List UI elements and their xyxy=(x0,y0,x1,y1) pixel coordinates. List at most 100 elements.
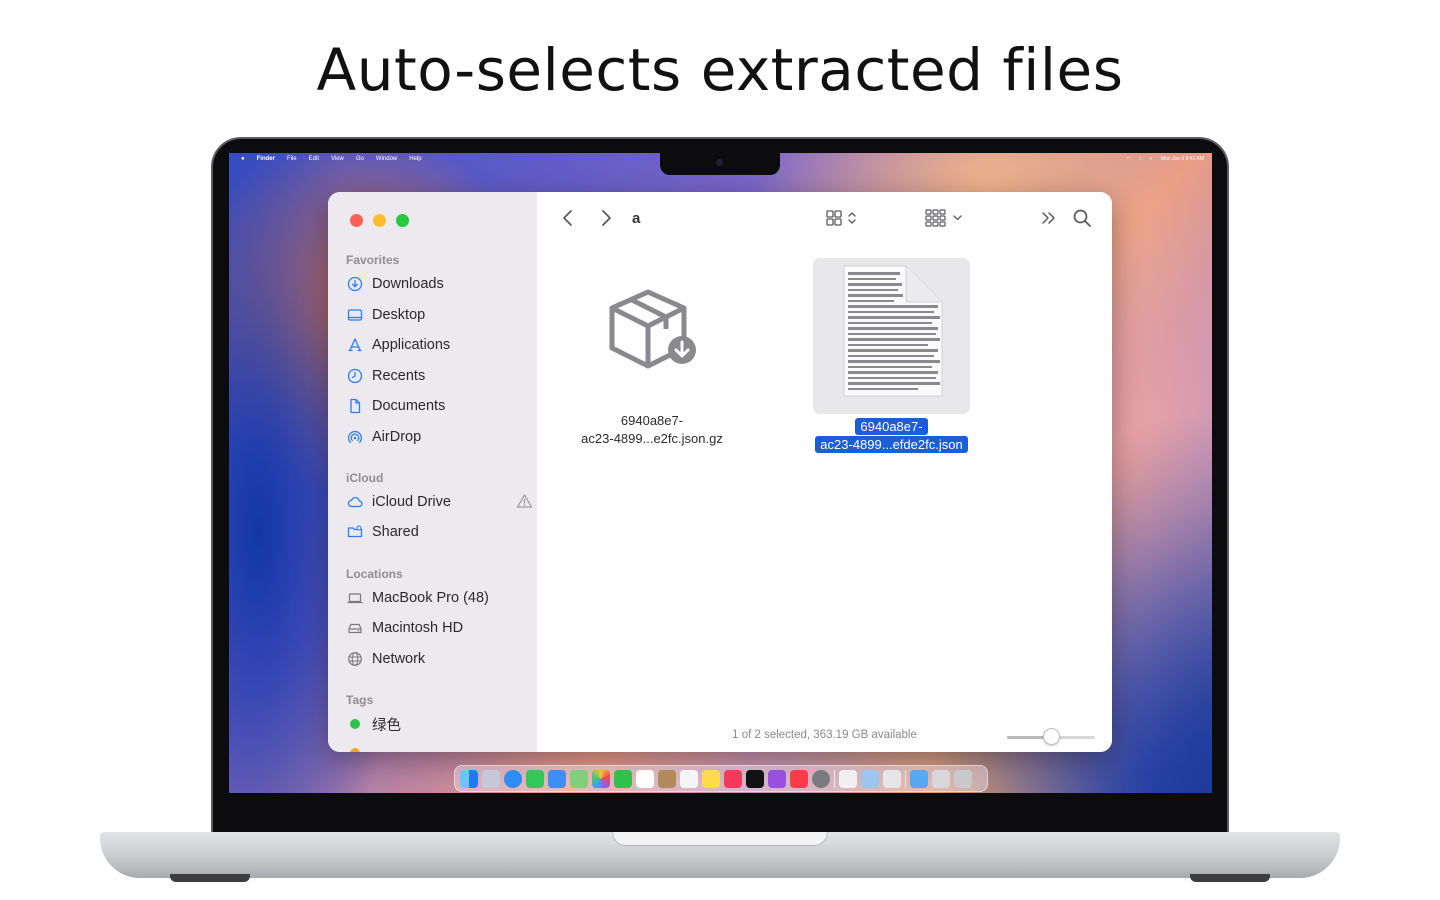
documents-stack-dock-icon[interactable] xyxy=(932,769,950,788)
cloud-icon xyxy=(346,493,364,511)
menu-help[interactable]: Help xyxy=(409,156,421,162)
maps-dock-icon[interactable] xyxy=(570,769,588,788)
trash-dock-icon[interactable] xyxy=(954,769,972,788)
notes-dock-icon[interactable] xyxy=(702,769,720,788)
sidebar-item-recents[interactable]: Recents xyxy=(346,365,526,387)
control-center-icon[interactable]: ◐ xyxy=(1150,156,1153,162)
messages-dock-icon[interactable] xyxy=(526,769,544,788)
download-icon xyxy=(346,275,364,293)
section-locations: Locations xyxy=(346,567,403,581)
sidebar-item-network[interactable]: Network xyxy=(346,648,526,670)
menu-file[interactable]: File xyxy=(287,156,297,162)
sidebar-item-tag-cut-off[interactable] xyxy=(346,742,526,752)
downloads-folder-dock-icon[interactable] xyxy=(910,769,928,788)
icon-size-slider-knob[interactable] xyxy=(1043,728,1060,745)
clock-icon xyxy=(346,367,364,385)
sidebar-item-label: Desktop xyxy=(372,307,426,323)
document-icon xyxy=(346,397,364,415)
sidebar-item-macintosh-hd[interactable]: Macintosh HD xyxy=(346,617,526,639)
spotlight-icon[interactable]: ○ xyxy=(1139,156,1142,162)
menu-app-name[interactable]: Finder xyxy=(257,156,275,162)
headline: Auto-selects extracted files xyxy=(316,36,1124,104)
warning-icon[interactable] xyxy=(516,493,533,513)
sidebar-item-label: Shared xyxy=(372,524,419,540)
reminders-dock-icon[interactable] xyxy=(680,769,698,788)
file-item-json[interactable]: 6940a8e7- ac23-4899...efde2fc.json xyxy=(796,264,987,454)
app-dock-icon[interactable] xyxy=(883,769,901,788)
close-button[interactable] xyxy=(350,214,363,227)
forward-button[interactable] xyxy=(595,208,617,232)
desktop-icon xyxy=(346,306,364,324)
camera-notch xyxy=(660,153,780,175)
menu-window[interactable]: Window xyxy=(376,156,397,162)
sidebar-item-label: Downloads xyxy=(372,276,444,292)
file-name-line2: ac23-4899...e2fc.json.gz xyxy=(581,431,723,446)
chevron-left-icon xyxy=(561,209,575,232)
tv-dock-icon[interactable] xyxy=(746,769,764,788)
calendar-dock-icon[interactable] xyxy=(636,769,654,788)
more-toolbar-button[interactable] xyxy=(1037,208,1061,232)
airdrop-icon xyxy=(346,428,364,446)
podcasts-dock-icon[interactable] xyxy=(768,769,786,788)
laptop-icon xyxy=(346,589,364,607)
tag-dot-icon xyxy=(346,742,364,752)
launchpad-dock-icon[interactable] xyxy=(482,769,500,788)
file-name-line1: 6940a8e7- xyxy=(620,413,684,428)
icon-grid-icon xyxy=(825,208,865,233)
wifi-icon[interactable]: ◠ xyxy=(1126,156,1130,162)
menu-go[interactable]: Go xyxy=(356,156,364,162)
file-browser: a 6940a8e7- ac23-4899...e2fc.json.gz 694… xyxy=(537,192,1112,752)
menu-view[interactable]: View xyxy=(331,156,344,162)
sidebar-item-label: AirDrop xyxy=(372,429,422,445)
laptop-foot xyxy=(1190,874,1270,882)
group-grid-icon xyxy=(924,208,968,233)
disk-icon xyxy=(346,619,364,637)
apple-menu-icon[interactable]: ● xyxy=(241,156,245,162)
back-button[interactable] xyxy=(557,208,579,232)
file-name-line1: 6940a8e7- xyxy=(855,418,928,435)
sidebar-item-tag-green[interactable]: 绿色 xyxy=(346,713,526,735)
sidebar: Favorites Downloads Desktop Applications… xyxy=(328,192,537,752)
news-dock-icon[interactable] xyxy=(790,769,808,788)
finder-window: Favorites Downloads Desktop Applications… xyxy=(328,192,1112,752)
section-favorites: Favorites xyxy=(346,253,400,267)
laptop-foot xyxy=(170,874,250,882)
archive-package-icon xyxy=(567,284,737,392)
sidebar-item-applications[interactable]: Applications xyxy=(346,334,526,356)
sidebar-item-label: 绿色 xyxy=(372,717,401,734)
shared-folder-icon xyxy=(346,523,364,541)
finder-dock-icon[interactable] xyxy=(460,769,478,788)
preview-dock-icon[interactable] xyxy=(861,769,879,788)
file-item-archive[interactable]: 6940a8e7- ac23-4899...e2fc.json.gz xyxy=(567,284,737,448)
mail-dock-icon[interactable] xyxy=(548,769,566,788)
sidebar-item-downloads[interactable]: Downloads xyxy=(346,273,526,295)
textedit-dock-icon[interactable] xyxy=(839,769,857,788)
sidebar-item-label: Macintosh HD xyxy=(372,620,464,636)
sidebar-item-documents[interactable]: Documents xyxy=(346,395,526,417)
sidebar-item-airdrop[interactable]: AirDrop xyxy=(346,426,526,448)
sidebar-item-shared[interactable]: Shared xyxy=(346,521,526,543)
search-icon xyxy=(1072,208,1092,233)
facetime-dock-icon[interactable] xyxy=(614,769,632,788)
menu-edit[interactable]: Edit xyxy=(309,156,319,162)
tag-dot-icon xyxy=(346,715,364,733)
sidebar-item-macbook[interactable]: MacBook Pro (48) xyxy=(346,587,526,609)
safari-dock-icon[interactable] xyxy=(504,769,522,788)
window-controls xyxy=(350,214,409,227)
zoom-button[interactable] xyxy=(396,214,409,227)
sidebar-item-icloud-drive[interactable]: iCloud Drive xyxy=(346,491,533,513)
settings-dock-icon[interactable] xyxy=(812,769,830,788)
group-by-button[interactable] xyxy=(924,208,968,232)
minimize-button[interactable] xyxy=(373,214,386,227)
sidebar-item-label: MacBook Pro (48) xyxy=(372,590,489,606)
dock-separator xyxy=(905,769,906,788)
search-button[interactable] xyxy=(1070,208,1094,232)
contacts-dock-icon[interactable] xyxy=(658,769,676,788)
globe-icon xyxy=(346,650,364,668)
sidebar-item-desktop[interactable]: Desktop xyxy=(346,304,526,326)
view-mode-button[interactable] xyxy=(825,208,865,232)
photos-dock-icon[interactable] xyxy=(592,769,610,788)
music-dock-icon[interactable] xyxy=(724,769,742,788)
sidebar-item-label: Network xyxy=(372,651,426,667)
menu-clock[interactable]: Mon Jun 6 9:41 AM xyxy=(1161,156,1204,162)
